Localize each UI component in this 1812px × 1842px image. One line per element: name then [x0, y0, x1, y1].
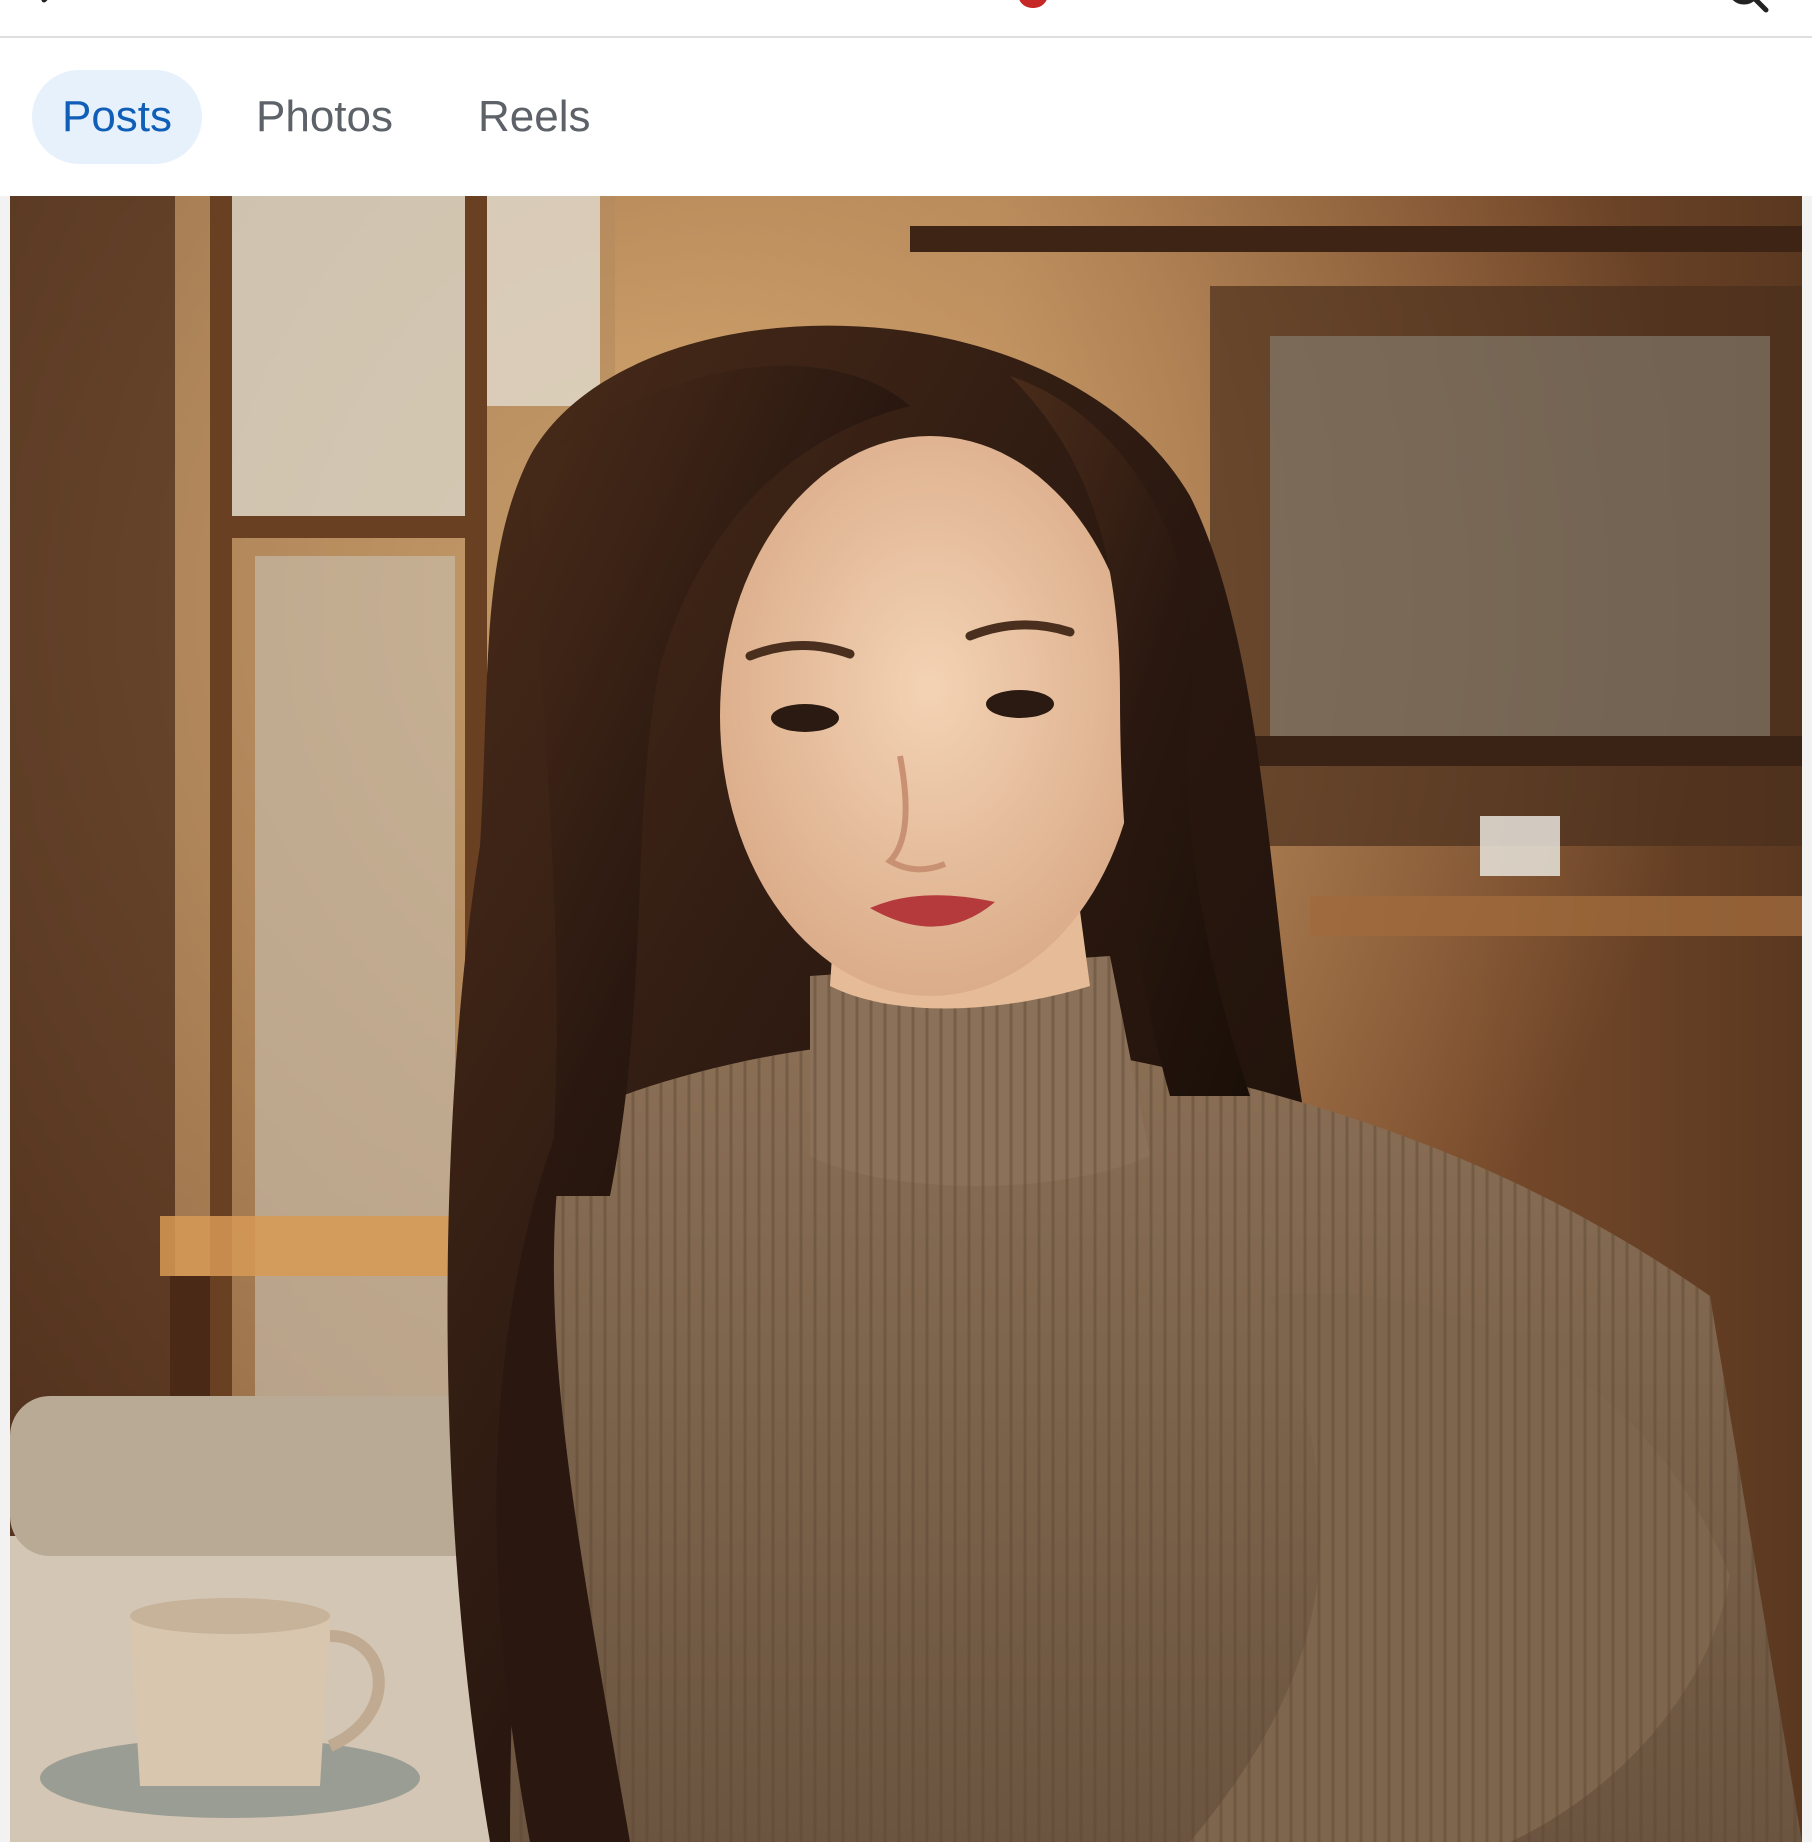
app-logo-icon — [1018, 0, 1048, 8]
tab-reels[interactable]: Reels — [446, 70, 623, 164]
top-app-bar — [0, 0, 1812, 38]
profile-media-page: Posts Photos Reels — [0, 0, 1812, 1842]
back-arrow-icon[interactable] — [34, 0, 72, 16]
search-icon[interactable] — [1724, 0, 1772, 22]
photo-edge-left — [0, 196, 10, 1842]
tab-photos[interactable]: Photos — [224, 70, 425, 164]
media-tab-bar: Posts Photos Reels — [0, 38, 1812, 197]
tab-posts[interactable]: Posts — [32, 70, 202, 164]
post-photo[interactable] — [10, 196, 1802, 1842]
photo-edge-right — [1802, 196, 1812, 1842]
post-media-container — [0, 196, 1812, 1842]
photo-illustration — [10, 196, 1802, 1842]
